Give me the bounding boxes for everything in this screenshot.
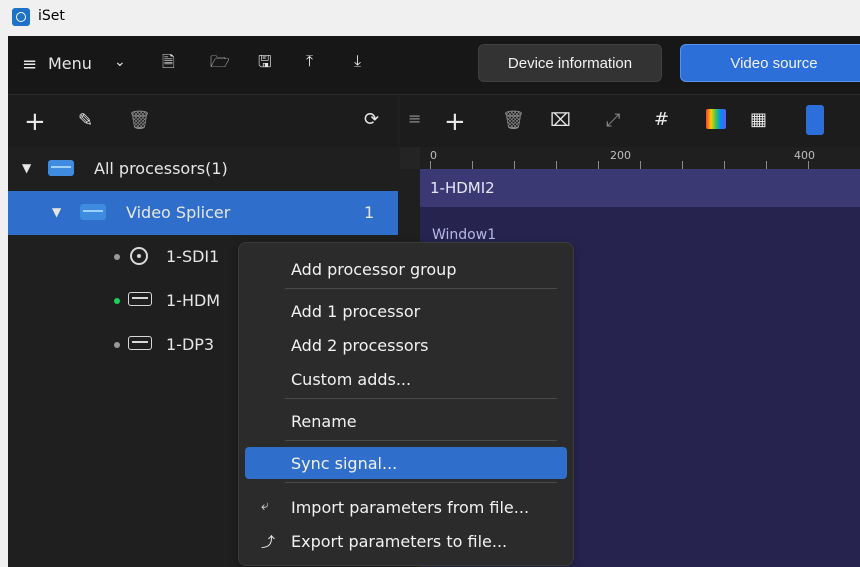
window-titlebar: iSet: [0, 0, 860, 36]
menu-item-sync-signal[interactable]: Sync signal...: [245, 447, 567, 479]
hdmi-icon: [128, 292, 152, 306]
hamburger-icon[interactable]: ≡: [22, 54, 37, 75]
menu-item-add-processor-group[interactable]: Add processor group: [245, 253, 567, 285]
processor-icon: [80, 204, 106, 220]
delete-icon[interactable]: 🗑: [128, 110, 151, 131]
new-file-icon[interactable]: 🗎: [162, 51, 175, 78]
ruler-tick: [598, 161, 599, 169]
refresh-icon[interactable]: ⟳: [364, 109, 379, 130]
status-dot: [114, 298, 120, 304]
sdi-icon: [130, 247, 148, 265]
displayport-icon: [128, 336, 152, 350]
menu-separator: [285, 398, 557, 399]
horizontal-ruler: 0 200 400: [420, 147, 860, 170]
menu-separator: [285, 482, 557, 483]
drag-handle-icon[interactable]: ≡: [408, 109, 421, 128]
status-dot: [114, 342, 120, 348]
clear-icon[interactable]: ⌧: [550, 110, 571, 131]
ruler-tick: [430, 161, 431, 169]
open-folder-icon[interactable]: 🗁: [210, 51, 230, 78]
app-icon: [12, 8, 30, 26]
ruler-tick: [556, 161, 557, 169]
menu-item-add-1-processor[interactable]: Add 1 processor: [245, 295, 567, 327]
chevron-down-icon[interactable]: ▼: [22, 161, 34, 175]
add-icon[interactable]: +: [24, 107, 46, 137]
canvas-toolbar: ≡ + 🗑 ⌧ ⤢ # ▦: [400, 95, 860, 148]
menu-item-label: Custom adds...: [291, 370, 412, 389]
menu-item-label: Add processor group: [291, 260, 457, 279]
import-icon: ⤶: [261, 498, 269, 514]
ruler-tick: [514, 161, 515, 169]
context-menu: Add processor group Add 1 processor Add …: [238, 242, 574, 566]
ruler-tick: [724, 161, 725, 169]
ruler-tick: [472, 161, 473, 169]
window-label: Window1: [432, 227, 497, 243]
layer-title: 1-HDMI2: [430, 179, 495, 197]
ruler-tick: [682, 161, 683, 169]
tree-root-label: All processors(1): [94, 159, 228, 178]
video-source-button[interactable]: Video source: [680, 44, 860, 82]
ruler-tick: [640, 161, 641, 169]
menu-item-label: Import parameters from file...: [291, 498, 530, 517]
menu-button[interactable]: Menu: [48, 54, 92, 73]
main-toolbar: ≡ Menu ⌄ 🗎 🗁 🖫 ⤒ ⤓ Device information Vi…: [8, 36, 860, 95]
menu-item-label: Export parameters to file...: [291, 532, 508, 551]
ruler-tick: [766, 161, 767, 169]
fit-screen-icon[interactable]: ⤢: [606, 110, 620, 131]
layer-title-bar[interactable]: 1-HDMI2: [420, 169, 860, 207]
input-label: 1-HDM: [166, 291, 221, 310]
layout-icon[interactable]: ▦: [750, 109, 767, 130]
input-label: 1-SDI1: [166, 247, 220, 266]
chevron-down-icon[interactable]: ⌄: [114, 54, 126, 70]
menu-item-import-parameters[interactable]: ⤶ Import parameters from file...: [245, 491, 567, 523]
menu-item-label: Rename: [291, 412, 357, 431]
ruler-label: 0: [430, 149, 437, 162]
processor-count-badge: 1: [364, 203, 375, 222]
chevron-down-icon[interactable]: ▼: [52, 205, 64, 219]
upload-icon[interactable]: ⤒: [306, 51, 313, 71]
tree-row-all-processors[interactable]: ▼ All processors(1): [8, 147, 398, 191]
download-icon[interactable]: ⤓: [354, 51, 361, 71]
play-button[interactable]: [806, 105, 824, 135]
device-information-button[interactable]: Device information: [478, 44, 662, 82]
menu-item-label: Add 1 processor: [291, 302, 421, 321]
window-title: iSet: [38, 8, 65, 24]
save-icon[interactable]: 🖫: [258, 51, 272, 78]
menu-separator: [285, 440, 557, 441]
ruler-tick: [808, 161, 809, 169]
delete-layer-icon[interactable]: 🗑: [502, 110, 525, 131]
menu-item-label: Sync signal...: [291, 454, 398, 473]
menu-item-label: Add 2 processors: [291, 336, 429, 355]
export-icon: ⤴: [261, 535, 275, 551]
grid-icon[interactable]: #: [654, 109, 669, 130]
menu-item-add-2-processors[interactable]: Add 2 processors: [245, 329, 567, 361]
input-label: 1-DP3: [166, 335, 215, 354]
status-dot: [114, 254, 120, 260]
edit-icon[interactable]: ✎: [78, 110, 93, 131]
processor-group-icon: [48, 160, 74, 176]
ruler-label: 200: [610, 149, 631, 162]
tree-toolbar: + ✎ 🗑 ⟳: [8, 95, 398, 148]
menu-item-rename[interactable]: Rename: [245, 405, 567, 437]
tree-processor-label: Video Splicer: [126, 203, 231, 222]
menu-separator: [285, 288, 557, 289]
add-layer-icon[interactable]: +: [444, 107, 466, 137]
ruler-label: 400: [794, 149, 815, 162]
tree-row-video-splicer[interactable]: ▼ Video Splicer 1: [8, 191, 398, 235]
menu-item-custom-adds[interactable]: Custom adds...: [245, 363, 567, 395]
color-bars-icon[interactable]: [706, 109, 726, 129]
menu-item-export-parameters[interactable]: ⤴ Export parameters to file...: [245, 525, 567, 557]
